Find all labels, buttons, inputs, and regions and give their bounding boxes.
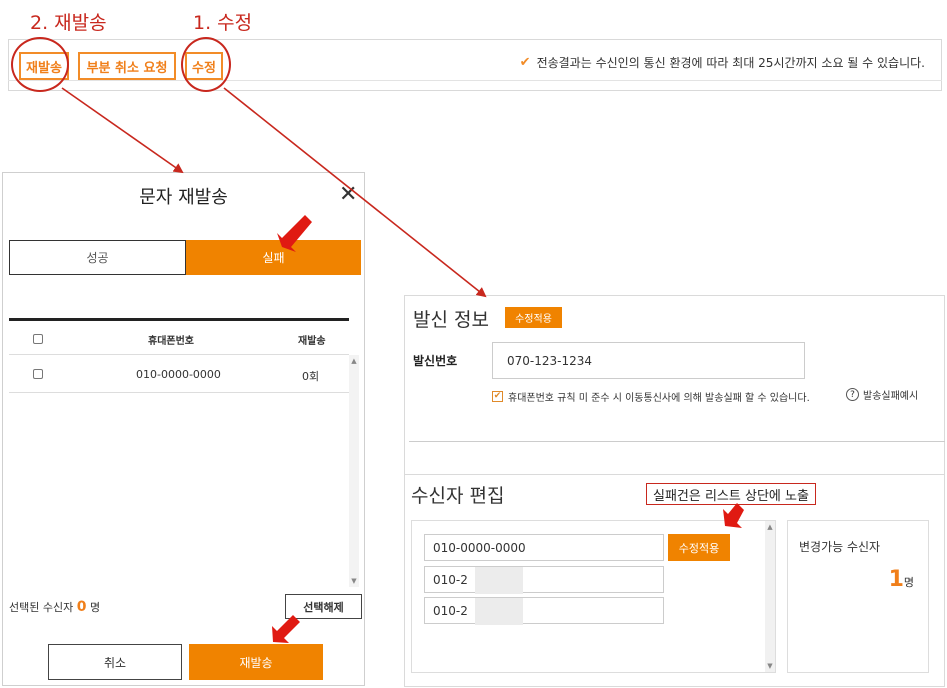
sender-number-field[interactable]: 070-123-1234 [492, 342, 805, 379]
scroll-down-icon[interactable]: ▼ [349, 577, 359, 585]
toolbar-divider [8, 80, 942, 81]
selected-recipients: 선택된 수신자 0 명 [9, 599, 100, 615]
editable-recipients-box: 변경가능 수신자 1명 [787, 520, 929, 673]
editable-count-unit: 명 [903, 576, 914, 589]
send-failure-example-label: 발송실패예시 [863, 391, 919, 402]
selected-label: 선택된 수신자 [9, 601, 74, 614]
clear-selection-button[interactable]: 선택해제 [285, 594, 362, 619]
recipient-list: 010-0000-0000 수정적용 010-2 010-2 ▲ ▼ [411, 520, 776, 673]
delivery-notice: ✔ 전송결과는 수신인의 통신 환경에 따라 최대 25시간까지 소요 될 수 … [520, 54, 925, 71]
sender-info-title: 발신 정보 [413, 309, 489, 331]
recipient-input[interactable]: 010-2 [424, 566, 664, 594]
cancel-button[interactable]: 취소 [48, 644, 182, 680]
table-scrollbar[interactable]: ▲ ▼ [349, 355, 359, 587]
sender-warning: ✔ 휴대폰번호 규칙 미 준수 시 이동통신사에 의해 발송실패 할 수 있습니… [492, 389, 810, 404]
table-header-rule [9, 318, 349, 321]
row-phone: 010-0000-0000 [136, 368, 221, 381]
redacted-block [475, 567, 523, 594]
table-row-divider [9, 392, 349, 393]
column-phone: 휴대폰번호 [148, 336, 194, 347]
sender-apply-button[interactable]: 수정적용 [505, 307, 562, 328]
annotation-callout: 실패건은 리스트 상단에 노출 [646, 483, 816, 505]
recipient-input[interactable]: 010-0000-0000 [424, 534, 664, 561]
help-icon: ? [846, 388, 859, 401]
row-resend-count: 0회 [302, 370, 320, 383]
scroll-down-icon[interactable]: ▼ [765, 662, 775, 670]
resend-button[interactable]: 재발송 [19, 52, 69, 80]
editable-recipients-count: 1명 [889, 567, 914, 592]
delivery-notice-text: 전송결과는 수신인의 통신 환경에 따라 최대 25시간까지 소요 될 수 있습… [536, 56, 925, 70]
resend-modal: 문자 재발송 ✕ 성공 실패 휴대폰번호 재발송 010-0000-0000 0… [2, 172, 365, 686]
recipient-edit-panel: 수신자 편집 010-0000-0000 수정적용 010-2 010-2 ▲ … [404, 474, 945, 687]
tab-success[interactable]: 성공 [9, 240, 186, 275]
recipient-input[interactable]: 010-2 [424, 597, 664, 625]
recipient-number-partial: 010-2 [433, 572, 468, 587]
select-all-checkbox[interactable] [33, 334, 43, 344]
table-header-divider [9, 354, 349, 355]
edit-button[interactable]: 수정 [185, 52, 223, 80]
annotation-step-1: 1. 수정 [193, 12, 253, 34]
modal-title: 문자 재발송 [139, 187, 228, 208]
editable-recipients-label: 변경가능 수신자 [799, 540, 881, 554]
result-toolbar: 재발송 부분 취소 요청 수정 ✔ 전송결과는 수신인의 통신 환경에 따라 최… [8, 39, 942, 91]
tab-fail[interactable]: 실패 [186, 240, 361, 275]
sender-warning-text: 휴대폰번호 규칙 미 준수 시 이동통신사에 의해 발송실패 할 수 있습니다. [508, 393, 810, 404]
confirm-resend-button[interactable]: 재발송 [189, 644, 323, 680]
redacted-block [475, 598, 523, 625]
editable-count-number: 1 [888, 567, 904, 592]
annotation-step-2: 2. 재발송 [30, 12, 107, 34]
partial-cancel-button[interactable]: 부분 취소 요청 [78, 52, 176, 80]
section-divider [409, 441, 945, 442]
scroll-up-icon[interactable]: ▲ [349, 357, 359, 365]
check-icon: ✔ [492, 391, 503, 402]
scroll-up-icon[interactable]: ▲ [765, 523, 775, 531]
row-checkbox[interactable] [33, 369, 43, 379]
recipient-list-scrollbar[interactable]: ▲ ▼ [765, 521, 775, 672]
column-resend: 재발송 [298, 336, 326, 347]
arrow-to-modal [61, 87, 184, 174]
recipient-apply-button[interactable]: 수정적용 [668, 534, 730, 561]
selected-unit: 명 [89, 601, 101, 614]
check-icon: ✔ [519, 55, 531, 70]
selected-count: 0 [76, 599, 87, 615]
send-failure-example-link[interactable]: ? 발송실패예시 [846, 387, 918, 402]
sender-number-label: 발신번호 [413, 354, 458, 368]
recipient-number-partial: 010-2 [433, 603, 468, 618]
close-icon[interactable]: ✕ [339, 182, 357, 207]
recipient-edit-title: 수신자 편집 [411, 485, 505, 507]
